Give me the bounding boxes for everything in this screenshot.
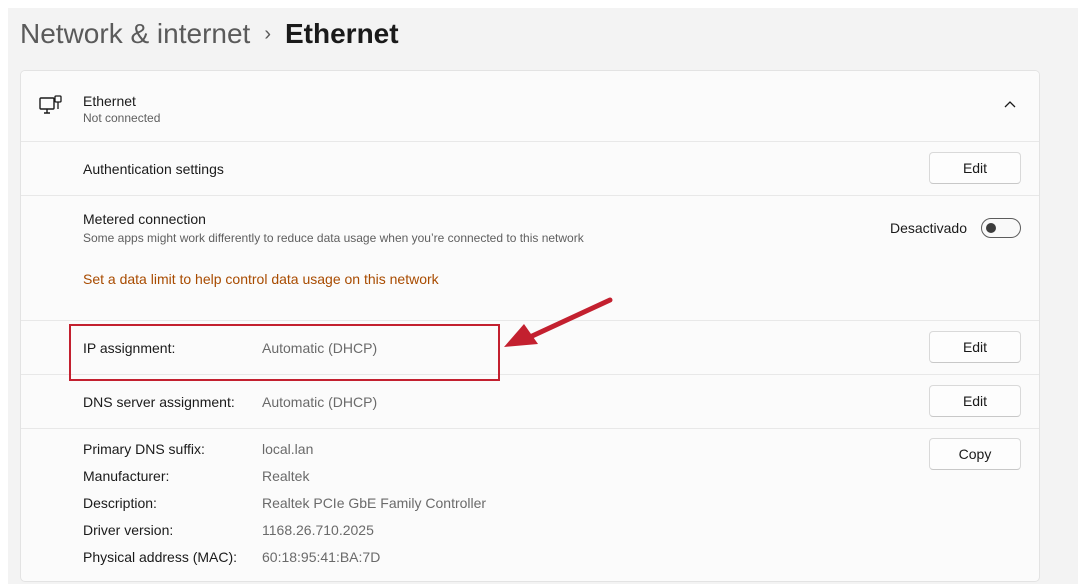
ip-assignment-edit-button[interactable]: Edit	[929, 331, 1021, 363]
ethernet-monitor-icon	[39, 95, 62, 114]
annotation-arrow-icon	[504, 297, 613, 347]
dns-assignment-edit-button[interactable]: Edit	[929, 385, 1021, 417]
property-label: Driver version:	[83, 522, 174, 538]
property-label: Manufacturer:	[83, 468, 170, 484]
authentication-edit-button[interactable]: Edit	[929, 152, 1021, 184]
metered-description: Some apps might work differently to redu…	[83, 231, 584, 245]
dns-assignment-row: DNS server assignment: Automatic (DHCP) …	[21, 375, 1039, 429]
breadcrumb: Network & internet › Ethernet	[20, 14, 399, 54]
property-value: Realtek	[262, 468, 310, 484]
property-value: local.lan	[262, 441, 314, 457]
toggle-knob	[986, 223, 996, 233]
page-title: Ethernet	[285, 18, 399, 49]
ethernet-status: Not connected	[83, 111, 161, 125]
dns-assignment-label: DNS server assignment:	[83, 394, 235, 410]
ip-assignment-highlight-box	[69, 324, 500, 381]
ethernet-header[interactable]: Ethernet Not connected	[21, 71, 1039, 142]
data-limit-link[interactable]: Set a data limit to help control data us…	[83, 271, 439, 287]
properties-section: Primary DNS suffix: local.lan Manufactur…	[21, 429, 1039, 581]
metered-toggle-state: Desactivado	[889, 220, 967, 236]
authentication-label: Authentication settings	[83, 161, 224, 177]
property-label: Physical address (MAC):	[83, 549, 238, 565]
metered-toggle[interactable]	[981, 218, 1021, 238]
property-label: Primary DNS suffix:	[83, 441, 205, 457]
property-label: Description:	[83, 495, 157, 511]
property-value: 60:18:95:41:BA:7D	[262, 549, 381, 565]
copy-button[interactable]: Copy	[929, 438, 1021, 470]
property-value: Realtek PCIe GbE Family Controller	[262, 495, 487, 511]
chevron-up-icon[interactable]	[1003, 98, 1017, 110]
breadcrumb-parent[interactable]: Network & internet	[20, 18, 250, 50]
breadcrumb-separator: ›	[264, 22, 271, 45]
metered-label: Metered connection	[83, 211, 206, 227]
dns-assignment-value: Automatic (DHCP)	[262, 394, 378, 410]
ethernet-title: Ethernet	[83, 93, 136, 109]
authentication-row: Authentication settings Edit	[21, 142, 1039, 196]
property-value: 1168.26.710.2025	[262, 522, 374, 538]
